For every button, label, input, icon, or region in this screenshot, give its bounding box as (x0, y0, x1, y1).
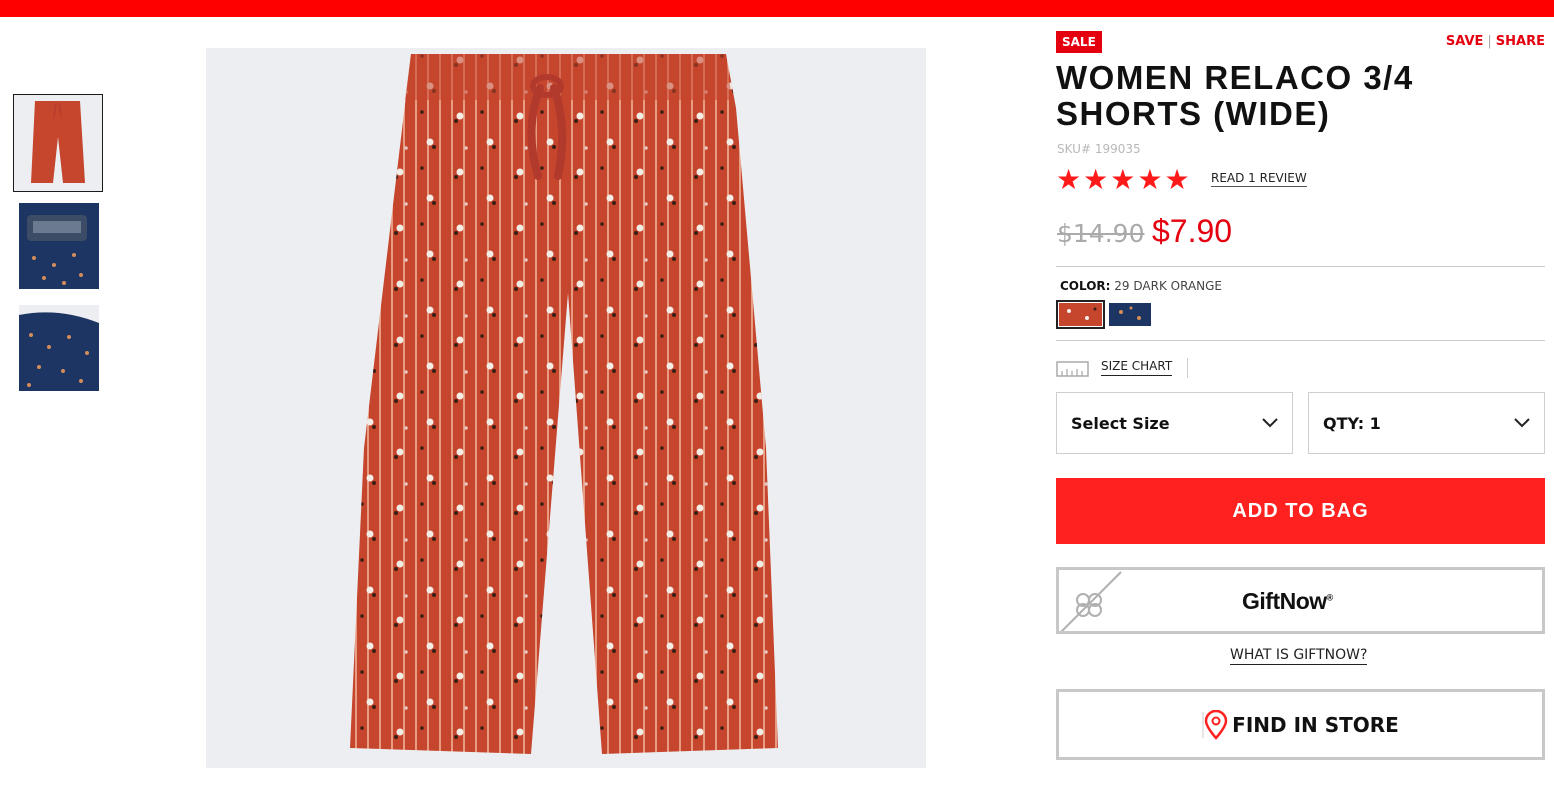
size-chart-link[interactable]: SIZE CHART (1101, 359, 1173, 376)
product-main-image (206, 48, 926, 768)
what-is-giftnow-link[interactable]: WHAT IS GIFTNOW? (1230, 647, 1368, 665)
product-sku: SKU# 199035 (1057, 142, 1141, 156)
color-label-title: COLOR: (1060, 279, 1111, 293)
sale-badge: SALE (1056, 31, 1102, 53)
share-link[interactable]: SHARE (1496, 34, 1545, 49)
star-icon: ★ (1083, 163, 1109, 196)
size-select-label: Select Size (1071, 413, 1170, 433)
add-to-bag-button[interactable]: ADD TO BAG (1056, 478, 1545, 544)
star-icon: ★ (1137, 163, 1163, 196)
star-icon: ★ (1164, 163, 1190, 196)
read-review-link[interactable]: READ 1 REVIEW (1211, 171, 1307, 187)
giftnow-logo: GiftNow® (1242, 588, 1333, 615)
registered-mark: ® (1326, 592, 1334, 603)
color-selected-value: 29 DARK ORANGE (1114, 279, 1223, 293)
gift-ribbon-icon (1060, 571, 1122, 631)
ruler-icon (1056, 361, 1089, 381)
chevron-down-icon (1262, 418, 1278, 428)
giftnow-button[interactable]: GiftNow® (1056, 567, 1545, 634)
thumbnail-navy-pattern[interactable] (19, 305, 99, 391)
thumbnail-navy-waistband[interactable] (19, 203, 99, 289)
giftnow-logo-text: GiftNow (1242, 588, 1327, 614)
map-pin-icon (1202, 709, 1228, 740)
thumbnail-orange[interactable] (13, 94, 103, 192)
swatch-navy[interactable] (1109, 303, 1151, 326)
find-in-store-label: FIND IN STORE (1232, 712, 1399, 737)
save-share-separator: | (1487, 34, 1492, 49)
divider (1056, 340, 1545, 341)
original-price: $14.90 (1057, 219, 1145, 248)
chevron-down-icon (1514, 418, 1530, 428)
star-icon: ★ (1110, 163, 1136, 196)
top-red-bar (0, 0, 1554, 17)
size-chart-separator (1187, 358, 1188, 378)
divider (1056, 266, 1545, 267)
color-label: COLOR: 29 DARK ORANGE (1060, 279, 1222, 293)
quantity-select-label: QTY: 1 (1323, 413, 1381, 433)
size-select[interactable]: Select Size (1056, 392, 1293, 454)
sale-price: $7.90 (1152, 213, 1233, 249)
swatch-dark-orange[interactable] (1056, 300, 1105, 329)
product-title: WOMEN RELACO 3/4 SHORTS (WIDE) (1056, 59, 1414, 132)
rating-stars: ★ ★ ★ ★ ★ (1056, 166, 1190, 194)
find-in-store-button[interactable]: FIND IN STORE (1056, 689, 1545, 760)
quantity-select[interactable]: QTY: 1 (1308, 392, 1545, 454)
star-icon: ★ (1056, 163, 1082, 196)
save-link[interactable]: SAVE (1446, 34, 1483, 49)
save-share-links: SAVE | SHARE (1446, 34, 1545, 49)
